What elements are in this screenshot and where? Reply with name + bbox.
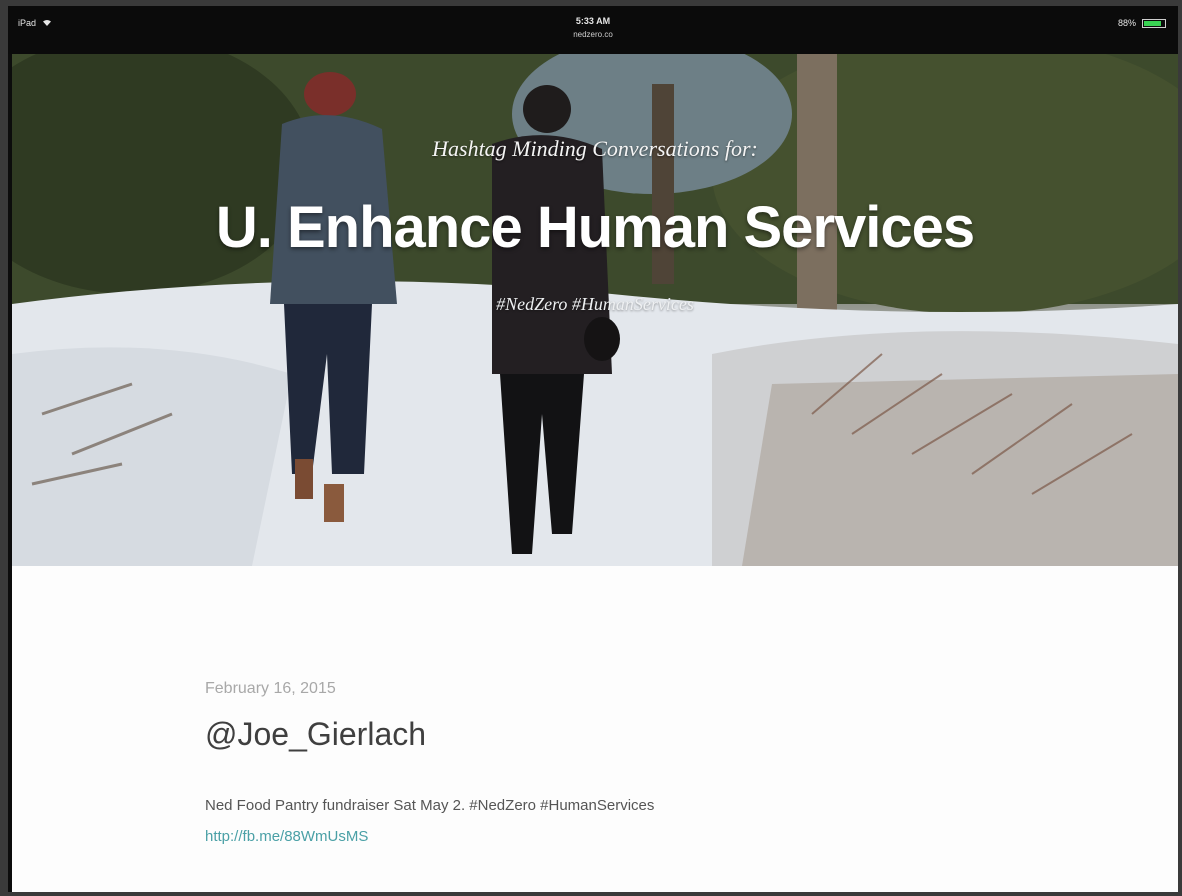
hero-title: U. Enhance Human Services [215,195,975,260]
address-url[interactable]: nedzero.co [8,28,1178,42]
post-date: February 16, 2015 [205,680,336,697]
status-center: 5:33 AM nedzero.co [8,14,1178,42]
post-text: Ned Food Pantry fundraiser Sat May 2. #N… [205,797,655,814]
post-area: February 16, 2015 @Joe_Gierlach Ned Food… [12,566,1178,892]
hero-banner: Hashtag Minding Conversations for: U. En… [12,54,1178,566]
post-card: February 16, 2015 @Joe_Gierlach Ned Food… [205,680,654,845]
post-author[interactable]: @Joe_Gierlach [205,716,654,753]
ipad-screen: iPad 5:33 AM nedzero.co 88% Hashtag Mind… [8,6,1178,892]
status-right: 88% [1118,18,1166,28]
hero-subtitle: Hashtag Minding Conversations for: [432,136,758,161]
clock: 5:33 AM [575,16,611,26]
hero-hashtags: #NedZero #HumanServices [496,294,694,314]
battery-icon [1142,18,1166,28]
battery-percent: 88% [1117,18,1136,28]
status-bar: iPad 5:33 AM nedzero.co 88% [8,6,1178,54]
post-link[interactable]: http://fb.me/88WmUsMS [205,828,654,845]
battery-fill [1144,20,1162,26]
